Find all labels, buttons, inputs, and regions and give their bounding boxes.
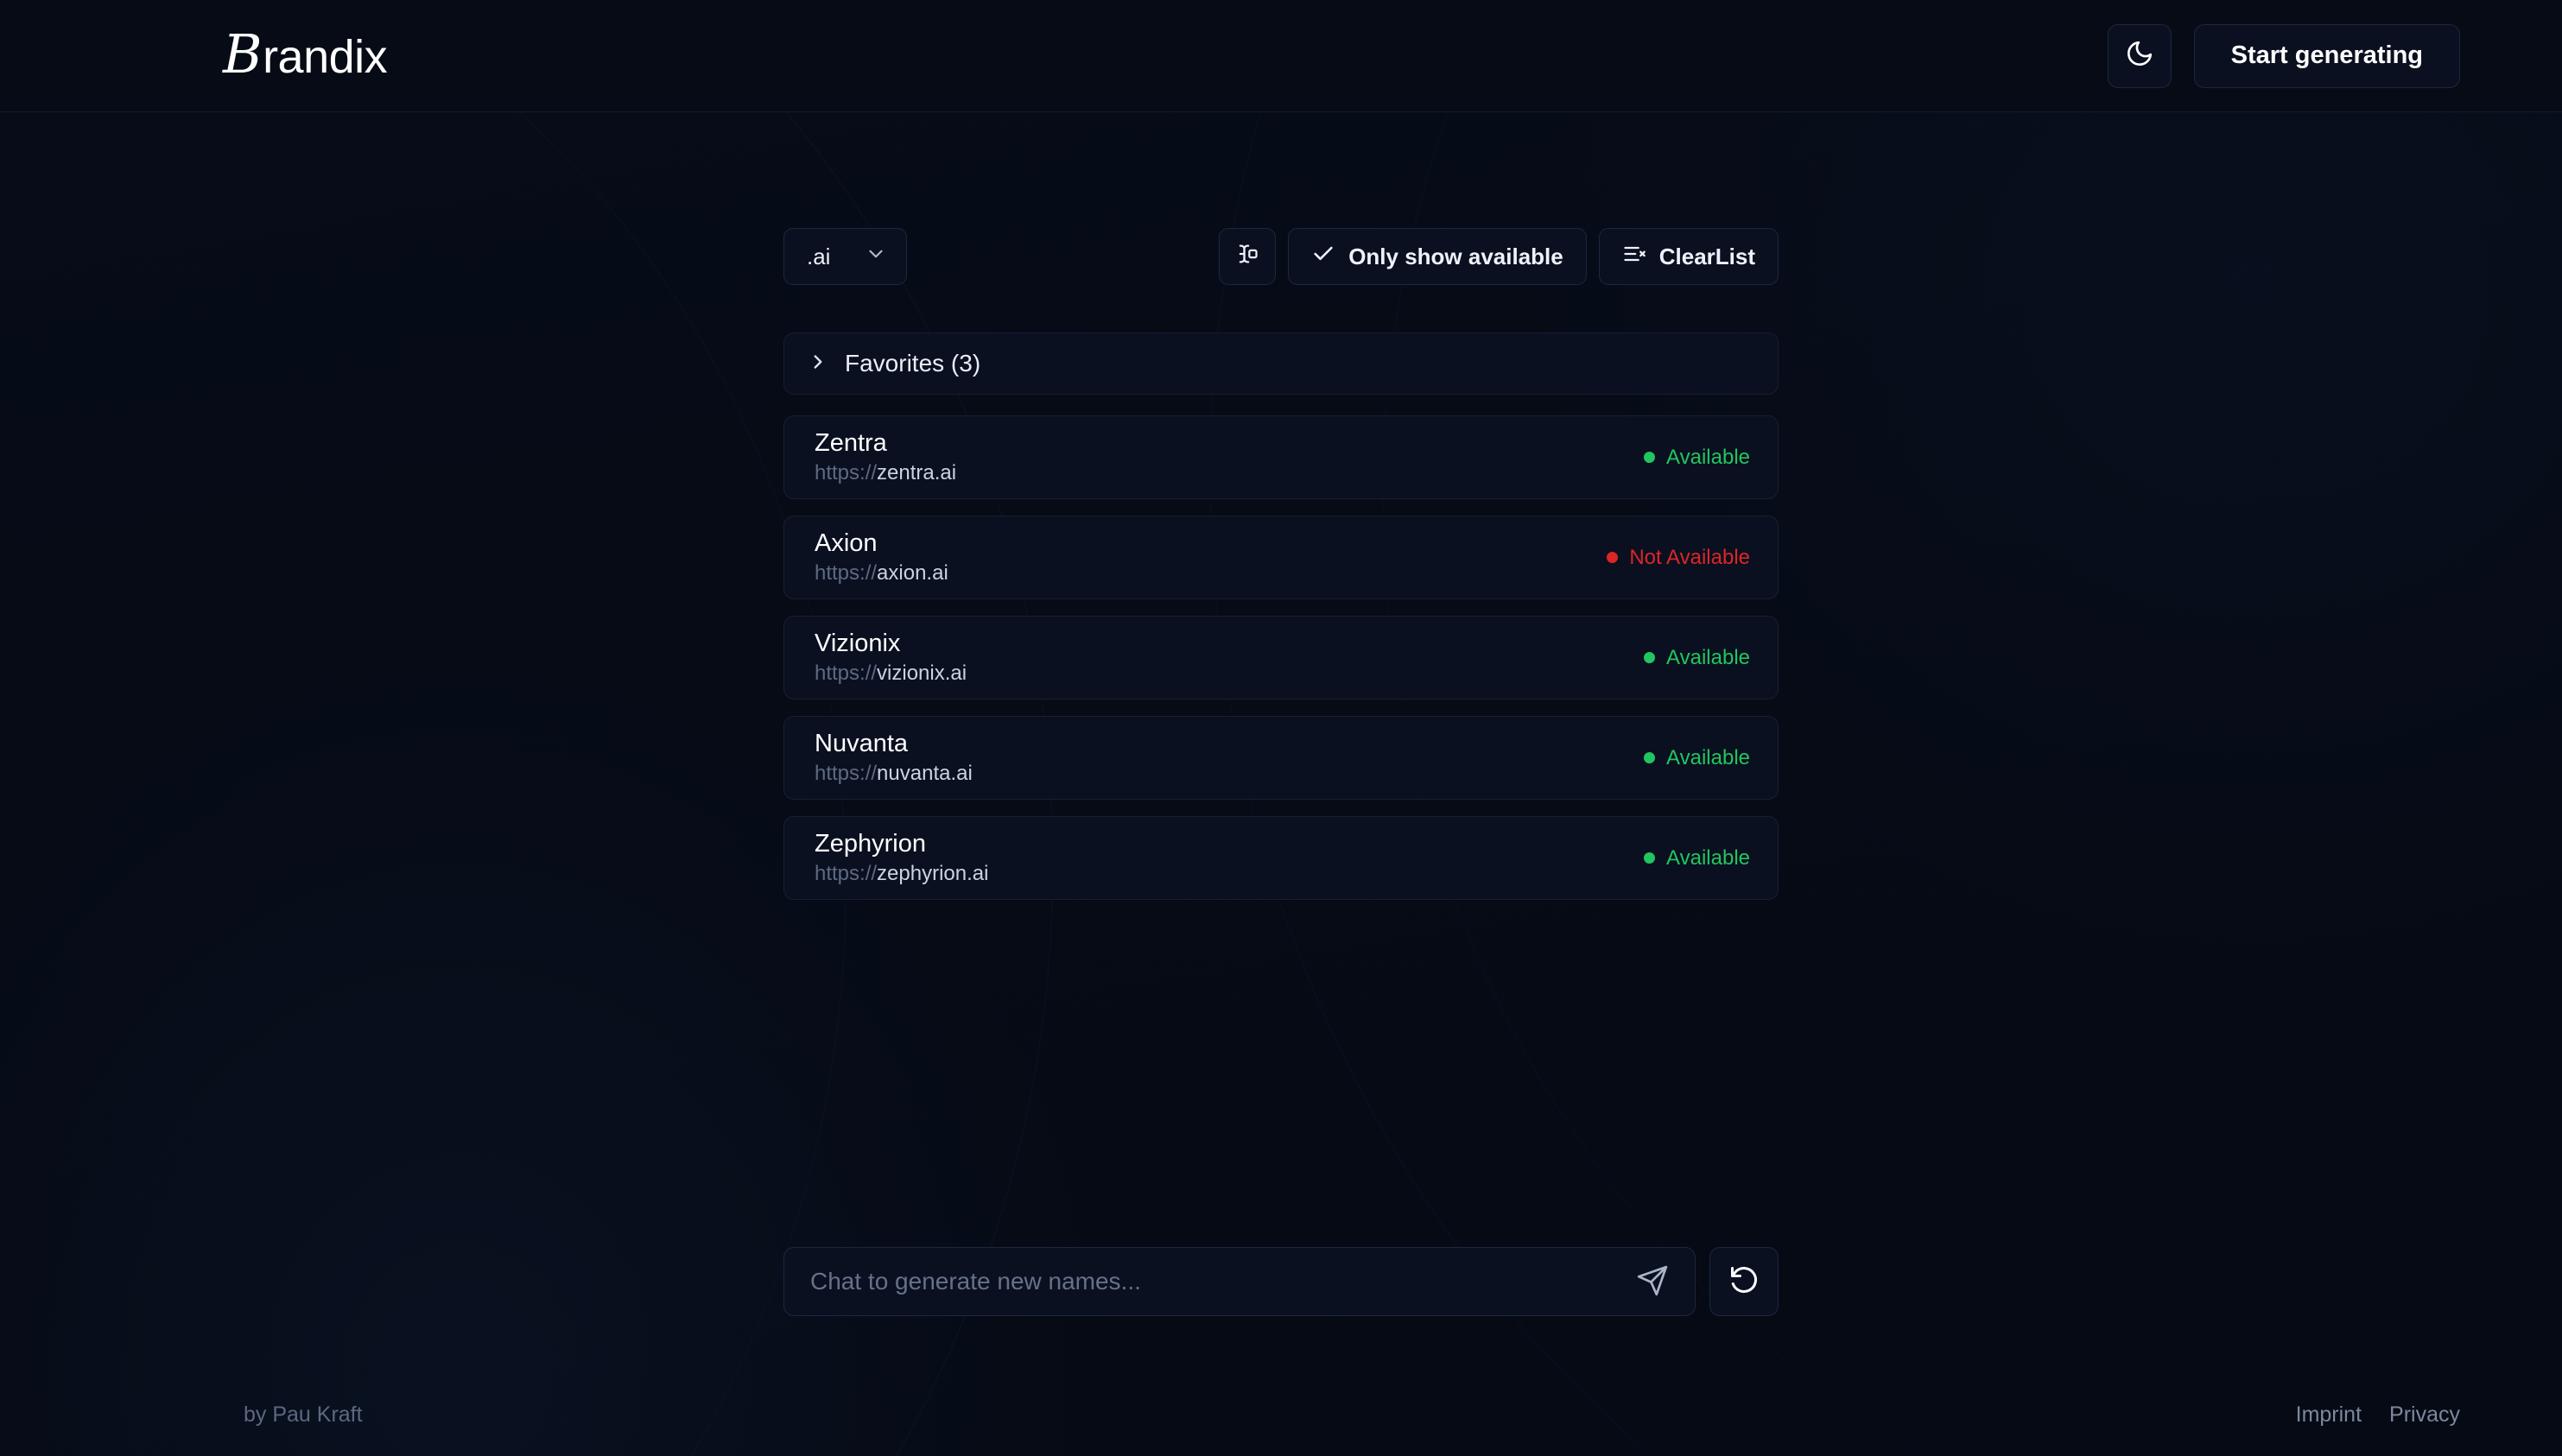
result-card-text: Nuvanta https://nuvanta.ai [815,730,973,786]
theme-toggle-button[interactable] [2107,23,2172,88]
result-url: https://nuvanta.ai [815,762,973,786]
app-root: Brandix Start generating .ai Only show a… [0,0,2562,1456]
favorites-section-toggle[interactable]: Favorites (3) [783,332,1779,395]
logo-wordmark: randix [263,31,388,83]
result-url-host: vizionix.ai [877,662,967,686]
chat-input[interactable] [810,1268,1633,1295]
chat-input-wrapper[interactable] [783,1247,1696,1316]
start-generating-button[interactable]: Start generating [2193,23,2460,88]
status-badge: Available [1644,846,1750,870]
result-url-scheme: https:// [815,762,878,786]
rotate-ccw-icon [1728,1264,1760,1300]
result-url-host: nuvanta.ai [877,762,973,786]
result-url: https://zephyrion.ai [815,862,988,886]
result-card[interactable]: Zephyrion https://zephyrion.ai Available [783,816,1779,900]
result-card-text: Zentra https://zentra.ai [815,429,956,485]
brand-logo[interactable]: Brandix [223,22,388,85]
app-footer: by Pau Kraft Imprint Privacy [0,1373,2562,1456]
result-url: https://zentra.ai [815,461,956,485]
logo-b-mark: B [223,22,263,85]
result-name: Zentra [815,429,887,458]
status-badge: Not Available [1607,546,1750,570]
result-url-scheme: https:// [815,461,878,485]
result-card-text: Vizionix https://vizionix.ai [815,630,967,686]
toolbar-right-group: Only show available ClearList [1219,228,1779,285]
result-card[interactable]: Axion https://axion.ai Not Available [783,516,1779,599]
rename-input-button[interactable] [1219,228,1277,285]
footer-link-privacy[interactable]: Privacy [2389,1402,2460,1428]
status-badge: Available [1644,646,1750,670]
result-url: https://axion.ai [815,561,948,586]
status-dot-icon [1644,652,1656,663]
chevron-down-icon [865,243,887,271]
status-dot-icon [1644,452,1656,463]
status-badge: Available [1644,446,1750,470]
result-url-scheme: https:// [815,862,878,886]
status-label: Available [1666,745,1750,769]
result-card-text: Axion https://axion.ai [815,529,948,586]
tld-select[interactable]: .ai [783,228,907,285]
status-label: Not Available [1629,545,1750,569]
result-name: Nuvanta [815,730,909,758]
app-header: Brandix Start generating [0,0,2562,112]
status-dot-icon [1607,552,1619,563]
tld-select-value: .ai [807,243,831,269]
result-card[interactable]: Vizionix https://vizionix.ai Available [783,616,1779,700]
result-name: Vizionix [815,630,901,658]
reset-button[interactable] [1709,1247,1779,1316]
footer-links: Imprint Privacy [2296,1402,2460,1428]
status-badge: Available [1644,746,1750,770]
chevron-right-icon [807,351,829,377]
only-show-available-button[interactable]: Only show available [1288,228,1587,285]
send-icon [1636,1264,1669,1300]
clear-list-button[interactable]: ClearList [1598,228,1779,285]
result-name: Zephyrion [815,830,926,858]
status-dot-icon [1644,852,1656,864]
footer-link-imprint[interactable]: Imprint [2296,1402,2362,1428]
list-x-icon [1622,242,1646,272]
text-cursor-input-icon [1235,242,1259,272]
footer-credit: by Pau Kraft [244,1402,363,1427]
result-url-host: zentra.ai [877,461,957,485]
status-label: Available [1666,845,1750,870]
moon-icon [2125,39,2154,73]
result-url-scheme: https:// [815,561,878,586]
result-url-host: zephyrion.ai [877,862,989,886]
status-label: Available [1666,645,1750,669]
only-show-available-label: Only show available [1348,243,1563,269]
result-name: Axion [815,529,878,558]
header-actions: Start generating [2107,23,2460,88]
results-toolbar: .ai Only show available ClearList [783,228,1779,285]
clear-list-label: ClearList [1658,243,1755,269]
main-content: .ai Only show available ClearList Favori… [0,112,2562,1456]
result-url-scheme: https:// [815,662,878,686]
result-card[interactable]: Nuvanta https://nuvanta.ai Available [783,716,1779,800]
chat-bar [783,1247,1779,1316]
status-label: Available [1666,445,1750,469]
send-button[interactable] [1633,1262,1672,1301]
result-card[interactable]: Zentra https://zentra.ai Available [783,415,1779,499]
favorites-label: Favorites (3) [845,350,981,377]
check-icon [1311,242,1335,272]
results-list: Zentra https://zentra.ai Available Axion… [783,415,1779,900]
content-column: .ai Only show available ClearList Favori… [783,228,1779,900]
result-card-text: Zephyrion https://zephyrion.ai [815,830,988,886]
status-dot-icon [1644,752,1656,763]
result-url: https://vizionix.ai [815,662,967,686]
result-url-host: axion.ai [877,561,948,586]
